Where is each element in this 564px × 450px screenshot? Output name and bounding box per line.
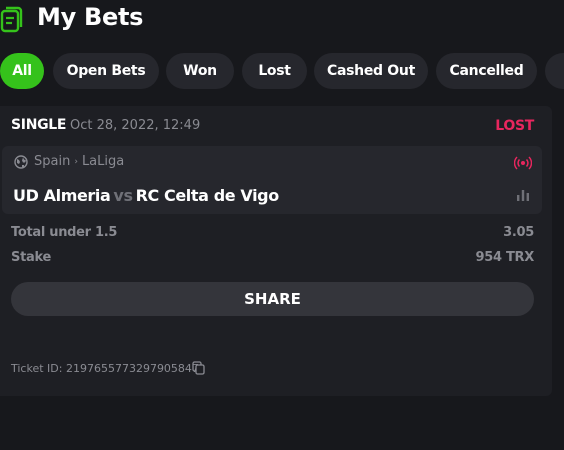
league-name: LaLiga [81,154,125,169]
stake-value: 954 TRX [475,250,535,265]
bet-filter-tabs: All Open Bets Won Lost Cashed Out Cancel… [0,53,564,89]
bet-date: Oct 28, 2022, 12:49 [70,118,201,133]
selection-odds: 3.05 [503,225,534,240]
ticket-id: Ticket ID: 2197655773297905847 [11,362,199,375]
betslip-icon [0,6,23,33]
page-title: My Bets [37,3,144,31]
stats-icon[interactable] [516,188,530,202]
tab-open-bets[interactable]: Open Bets [53,53,159,89]
bet-status-badge: LOST [495,118,534,134]
tab-won[interactable]: Won [166,53,234,89]
tab-all[interactable]: All [0,53,44,89]
chevron-right-icon: › [74,157,78,167]
bet-type: SINGLE [11,117,67,133]
globe-icon [14,155,28,169]
copy-icon[interactable] [192,361,205,375]
match-name: UD Almeria vs RC Celta de Vigo [13,186,279,205]
share-button[interactable]: SHARE [11,282,534,316]
away-team: RC Celta de Vigo [135,186,280,205]
stake-label: Stake [11,250,51,265]
selection-label: Total under 1.5 [11,225,118,240]
tab-lost[interactable]: Lost [242,53,307,89]
live-broadcast-icon [514,156,532,170]
home-team: UD Almeria [13,186,111,205]
bet-card: SINGLE Oct 28, 2022, 12:49 LOST Spain › La… [0,106,552,396]
tab-overflow[interactable] [545,53,564,89]
tab-cancelled[interactable]: Cancelled [436,53,537,89]
country-name: Spain [34,154,71,169]
event-panel[interactable]: Spain › LaLiga UD Almeria vs RC Celta de Vig… [2,146,542,214]
tab-cashed-out[interactable]: Cashed Out [314,53,428,89]
event-league: Spain › LaLiga [34,154,124,169]
vs-label: vs [113,186,133,205]
